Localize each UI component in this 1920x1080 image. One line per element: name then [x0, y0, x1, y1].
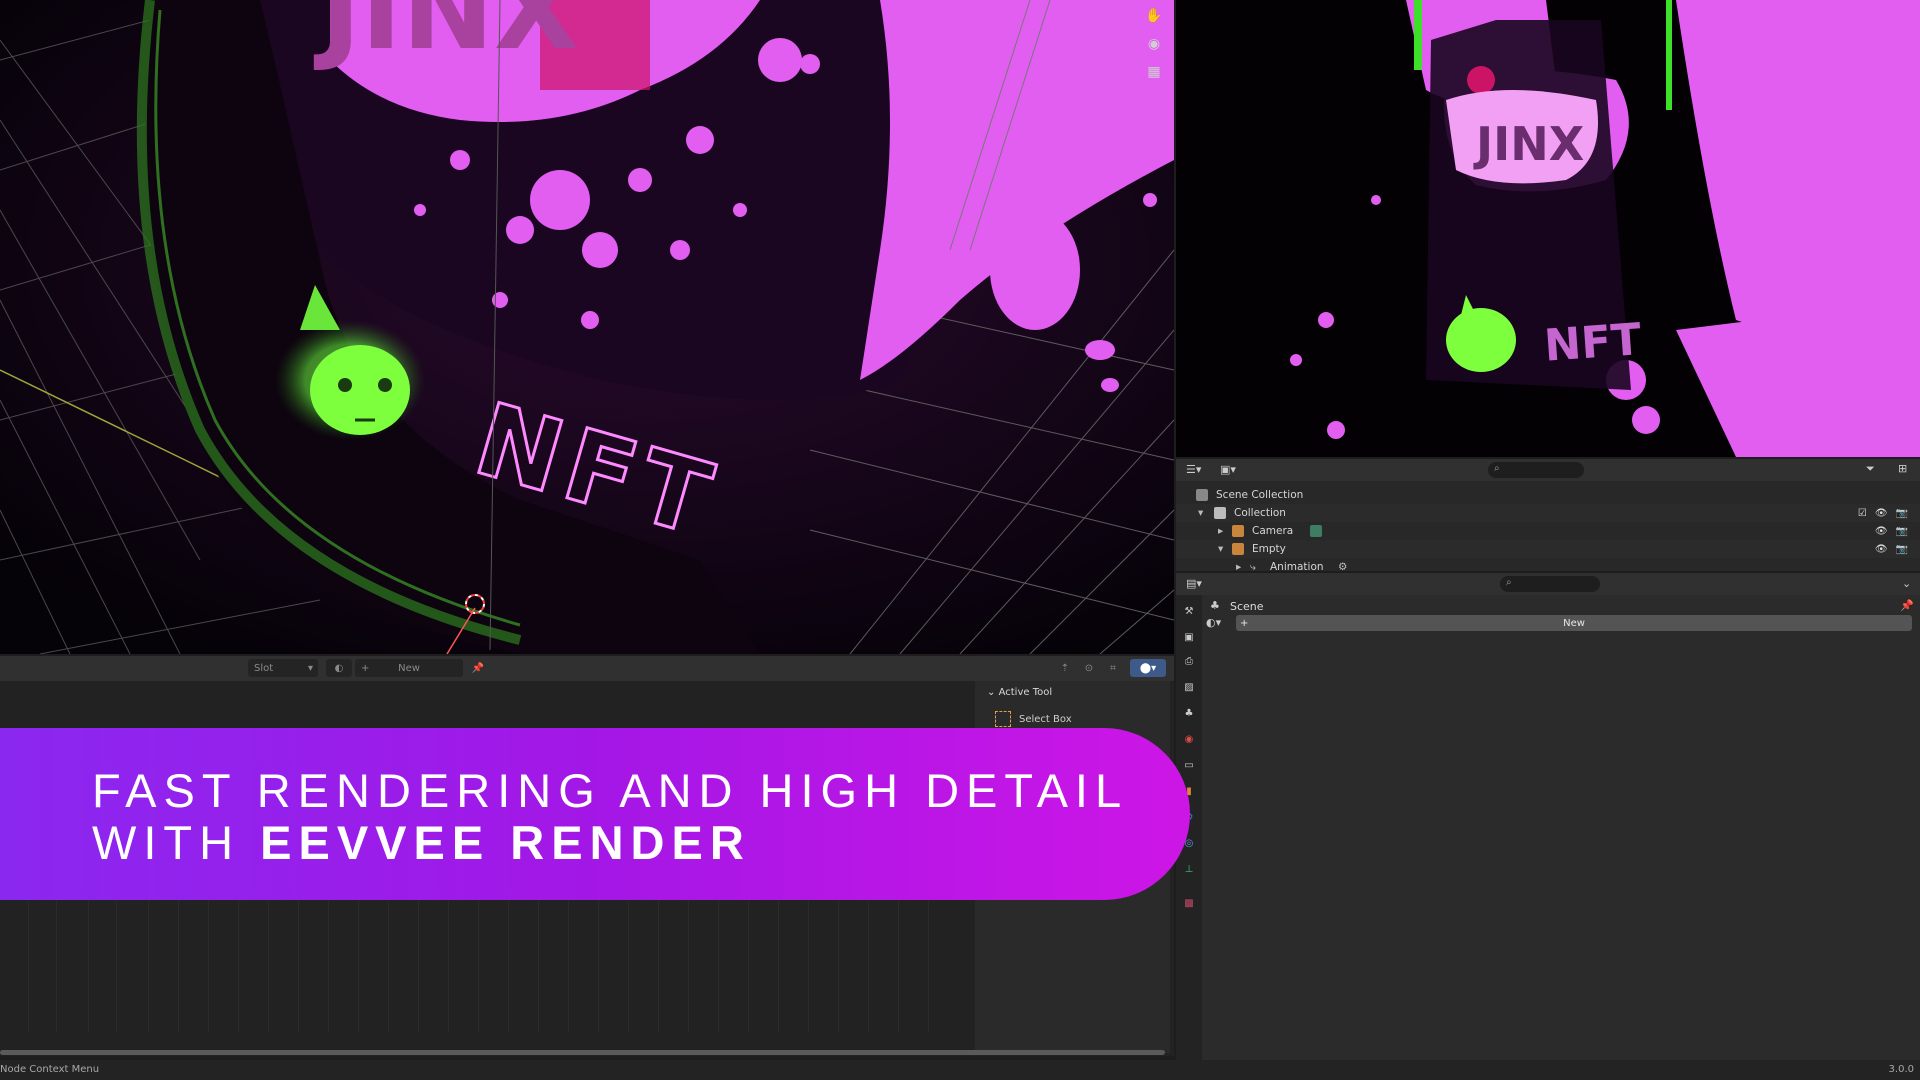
outliner-row-empty[interactable]: ▾ Empty 👁 📷 — [1176, 540, 1920, 558]
banner-line-2: WITH EEVVEE RENDER — [92, 816, 751, 869]
outliner-row-camera[interactable]: ▸ Camera 👁 📷 — [1176, 522, 1920, 540]
camera-view-icon[interactable]: ◉ — [1142, 32, 1166, 56]
editor-type-icon[interactable]: ☰▾ — [1186, 463, 1201, 476]
version-label: 3.0.0 — [1888, 1064, 1914, 1075]
action-icon: ⚙ — [1338, 561, 1348, 571]
world-tab-icon[interactable]: ◉ — [1181, 731, 1197, 747]
preview-scene: JINX NFT — [1176, 0, 1920, 457]
pan-hand-icon[interactable]: ✋ — [1142, 4, 1166, 28]
new-collection-icon[interactable]: ⊞ — [1898, 462, 1907, 475]
outliner-search-input[interactable]: ⌕ — [1488, 462, 1584, 478]
search-icon: ⌕ — [1506, 577, 1512, 588]
render-tab-icon[interactable]: ▣ — [1181, 629, 1197, 645]
preview-nft-text: NFT — [1543, 314, 1643, 372]
active-tool-section[interactable]: ⌄ Active Tool — [987, 687, 1052, 698]
promo-banner: FAST RENDERING AND HIGH DETAIL WITH EEVV… — [0, 728, 1190, 900]
filter-icon[interactable]: ⏷ — [1866, 462, 1875, 476]
editor-type-icon[interactable]: ▤▾ — [1186, 577, 1202, 590]
texture-tab-icon[interactable]: ▩ — [1181, 895, 1197, 911]
chevron-right-icon[interactable]: ▸ — [1236, 561, 1241, 571]
animation-icon: ⤷ — [1250, 560, 1256, 572]
outliner-header: ☰▾ ▣▾ ⌕ ⏷ ⊞ — [1176, 459, 1920, 481]
shader-editor-header: Slot ▾ ◐ + New 📌 ⇡ ⊙ ⌗ ⬤▾ — [0, 656, 1174, 681]
eye-icon[interactable]: 👁 — [1875, 526, 1888, 537]
chevron-down-icon[interactable]: ▾ — [1218, 543, 1223, 555]
plus-icon: + — [361, 662, 370, 674]
chevron-down-icon[interactable]: ⌄ — [1902, 577, 1911, 590]
view-layer-tab-icon[interactable]: ▨ — [1181, 679, 1197, 695]
chevron-down-icon: ▾ — [307, 662, 313, 674]
render-preview-viewport[interactable]: JINX NFT — [1176, 0, 1920, 457]
scene-icon: ♣ — [1210, 599, 1220, 612]
jinx-3d-text: JINX — [313, 0, 579, 74]
outliner-row-scene-collection[interactable]: Scene Collection — [1176, 486, 1920, 504]
horizontal-scrollbar[interactable] — [0, 1050, 1165, 1055]
viewport-scene: JINX NFT — [0, 0, 1174, 654]
properties-panel: ▤▾ ⌕ ⌄ ⚒ ▣ ⎙ ▨ ♣ ◉ ▭ ▮ ⚙ ◎ ⊥ ▩ ♣ Scene 📌… — [1176, 573, 1920, 1060]
outliner-row-collection[interactable]: ▾ Collection ☑ 👁 📷 — [1176, 504, 1920, 522]
eye-icon[interactable]: 👁 — [1875, 544, 1888, 555]
properties-header: ▤▾ ⌕ ⌄ — [1176, 573, 1920, 595]
world-browse-icon[interactable]: ◐▾ — [1206, 616, 1221, 629]
preview-jinx-text: JINX — [1473, 117, 1584, 171]
scene-tab-icon[interactable]: ♣ — [1181, 705, 1197, 721]
new-material-button[interactable]: + New — [355, 659, 463, 677]
select-box-tool[interactable]: Select Box — [995, 711, 1072, 727]
camera-object-icon — [1232, 525, 1244, 537]
3d-viewport[interactable]: JINX NFT ✋ ◉ ▦ — [0, 0, 1174, 654]
camera-render-icon[interactable]: 📷 — [1896, 526, 1908, 537]
tool-tab-icon[interactable]: ⚒ — [1181, 603, 1197, 619]
status-hint: Node Context Menu — [0, 1064, 100, 1075]
output-tab-icon[interactable]: ⎙ — [1181, 653, 1197, 669]
search-icon: ⌕ — [1494, 463, 1500, 474]
camera-render-icon[interactable]: 📷 — [1896, 508, 1908, 519]
overlay-toggle-icon[interactable]: ⬤▾ — [1130, 659, 1166, 677]
camera-data-icon — [1310, 525, 1322, 537]
chevron-right-icon[interactable]: ▸ — [1218, 525, 1223, 537]
camera-render-icon[interactable]: 📷 — [1896, 544, 1908, 555]
display-mode-icon[interactable]: ▣▾ — [1220, 463, 1236, 476]
properties-search-input[interactable]: ⌕ — [1500, 576, 1600, 592]
checkbox-icon[interactable]: ☑ — [1858, 508, 1867, 519]
collection-icon — [1214, 507, 1226, 519]
parent-node-icon[interactable]: ⇡ — [1056, 659, 1074, 677]
plus-icon: + — [1240, 617, 1249, 629]
collection-tab-icon[interactable]: ▭ — [1181, 757, 1197, 773]
scene-collection-icon — [1196, 489, 1208, 501]
select-box-icon — [995, 711, 1011, 727]
chevron-down-icon: ⌄ — [987, 687, 996, 698]
material-browse-icon[interactable]: ◐ — [326, 659, 352, 677]
status-bar: Node Context Menu 3.0.0 — [0, 1060, 1920, 1080]
banner-line-1: FAST RENDERING AND HIGH DETAIL — [92, 764, 1129, 817]
chevron-down-icon[interactable]: ▾ — [1198, 507, 1203, 519]
ortho-grid-icon[interactable]: ▦ — [1142, 60, 1166, 84]
outliner-panel: ☰▾ ▣▾ ⌕ ⏷ ⊞ Scene Collection ▾ Collectio… — [1176, 459, 1920, 571]
context-label: Scene — [1230, 600, 1264, 613]
properties-content: ♣ Scene 📌 ◐▾ + New — [1202, 595, 1920, 1060]
empty-object-icon — [1232, 543, 1244, 555]
eye-icon[interactable]: 👁 — [1875, 508, 1888, 519]
snap-icon[interactable]: ⊙ — [1080, 659, 1098, 677]
preview-cat-logo — [1446, 308, 1516, 372]
outliner-row-animation[interactable]: ▸ ⤷ Animation ⚙ — [1176, 558, 1920, 572]
pin-icon[interactable]: 📌 — [1900, 599, 1914, 612]
slot-dropdown[interactable]: Slot ▾ — [248, 659, 318, 677]
snap-mode-icon[interactable]: ⌗ — [1100, 659, 1126, 677]
new-world-button[interactable]: + New — [1236, 615, 1912, 631]
object-data-tab-icon[interactable]: ⊥ — [1181, 861, 1197, 877]
pin-icon[interactable]: 📌 — [470, 659, 486, 677]
